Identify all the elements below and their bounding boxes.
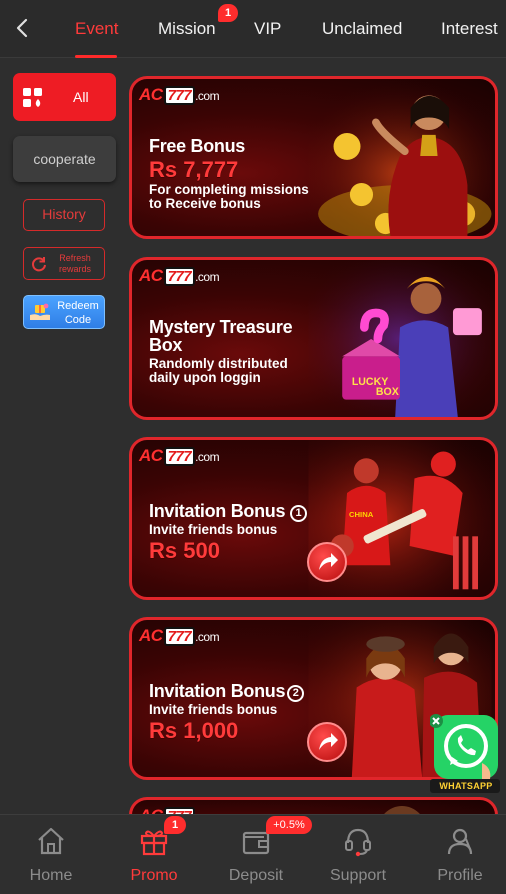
top-tab-bar: Event Mission 1 VIP Unclaimed Interest — [0, 0, 506, 58]
grid-icon — [23, 88, 42, 107]
nav-home-label: Home — [29, 867, 73, 884]
redeem-code-label: Redeem Code — [57, 300, 99, 326]
banner-subtitle: Invite friends bonus — [149, 522, 278, 537]
whatsapp-label: WHATSAPP — [439, 781, 493, 791]
brand-logo: AC777.com — [139, 85, 220, 105]
category-all-label: All — [73, 89, 89, 105]
banner-amount: Rs 500 — [149, 538, 220, 563]
lady-with-coins-illustration — [308, 79, 492, 236]
tab-event[interactable]: Event — [75, 19, 118, 39]
genie-lucky-box-illustration: LUCKY BOX — [308, 260, 492, 417]
redeem-code-button[interactable]: Redeem Code — [23, 295, 105, 329]
share-arrow-icon — [319, 553, 338, 570]
gift-hand-icon — [30, 303, 50, 320]
banner-title: Free Bonus — [149, 136, 246, 156]
nav-promo-label: Promo — [130, 867, 178, 884]
brand-logo: AC777.com — [139, 446, 220, 466]
step-number: 2 — [287, 685, 305, 702]
nav-profile-label: Profile — [437, 867, 483, 884]
nav-support-label: Support — [329, 867, 387, 884]
jersey-text: CHINA — [349, 510, 374, 519]
mission-badge: 1 — [218, 4, 238, 22]
share-arrow-button[interactable] — [307, 542, 347, 582]
brand-logo: AC777.com — [139, 266, 220, 286]
step-number: 1 — [289, 505, 307, 522]
promo-badge: 1 — [164, 816, 186, 834]
headset-icon — [345, 828, 371, 857]
banner-subtitle: Invite friends bonus — [149, 702, 278, 717]
refresh-rewards-label: Refresh rewards — [58, 253, 91, 274]
banner-subtitle-line-2: to Receive bonus — [149, 196, 261, 211]
nav-promo[interactable]: 1 Promo — [104, 815, 204, 894]
history-button[interactable]: History — [23, 199, 105, 231]
share-arrow-button[interactable] — [307, 722, 347, 762]
banner-subtitle-line-2: daily upon loggin — [149, 370, 261, 385]
whatsapp-float-button[interactable]: WHATSAPP — [429, 713, 502, 795]
tab-mission[interactable]: Mission — [158, 19, 216, 39]
free-bonus-banner[interactable]: AC 777 .com Free Bonus Rs 7,777 For comple… — [129, 76, 498, 239]
tab-unclaimed[interactable]: Unclaimed — [322, 19, 402, 39]
category-cooperate-button[interactable]: cooperate — [13, 136, 116, 182]
nav-deposit-label: Deposit — [228, 867, 284, 884]
invitation-bonus-1-banner[interactable]: AC 777 .com CHINA Invitation Bonus 1 Invit… — [129, 437, 498, 600]
category-all-button[interactable]: All — [13, 73, 116, 121]
nav-deposit[interactable]: +0.5% Deposit — [206, 815, 312, 894]
nav-support[interactable]: Support — [308, 815, 408, 894]
tab-vip[interactable]: VIP — [254, 19, 281, 39]
deposit-bonus-badge: +0.5% — [266, 816, 312, 834]
banner-subtitle-line-1: Randomly distributed — [149, 356, 288, 371]
promo-screen: Event Mission 1 VIP Unclaimed Interest A… — [0, 0, 506, 894]
mystery-treasure-box-banner[interactable]: AC 777 .com LUCKY BOX Mystery Treasure Box… — [129, 257, 498, 420]
banner-title: Invitation Bonus 1 — [149, 502, 307, 522]
refresh-icon — [32, 257, 46, 272]
nav-home[interactable]: Home — [1, 815, 101, 894]
banner-subtitle-line-1: For completing missions — [149, 182, 309, 197]
tab-interest[interactable]: Interest — [441, 19, 498, 39]
back-arrow-icon[interactable] — [10, 14, 36, 42]
nav-profile[interactable]: Profile — [410, 815, 506, 894]
active-tab-indicator — [75, 55, 117, 58]
banner-title: Invitation Bonus 2 — [149, 682, 305, 702]
bottom-nav-bar: Home 1 Promo +0.5% Deposit Support Profi… — [0, 814, 506, 894]
refresh-rewards-button[interactable]: Refresh rewards — [23, 247, 105, 280]
share-arrow-icon — [319, 733, 338, 750]
banner-title-line-2: Box — [149, 335, 183, 355]
banner-amount: Rs 1,000 — [149, 718, 239, 743]
brand-logo: AC777.com — [139, 626, 220, 646]
banner-amount: Rs 7,777 — [149, 157, 239, 182]
box-label: BOX — [376, 386, 399, 398]
user-icon — [447, 828, 473, 855]
home-icon — [38, 827, 64, 855]
